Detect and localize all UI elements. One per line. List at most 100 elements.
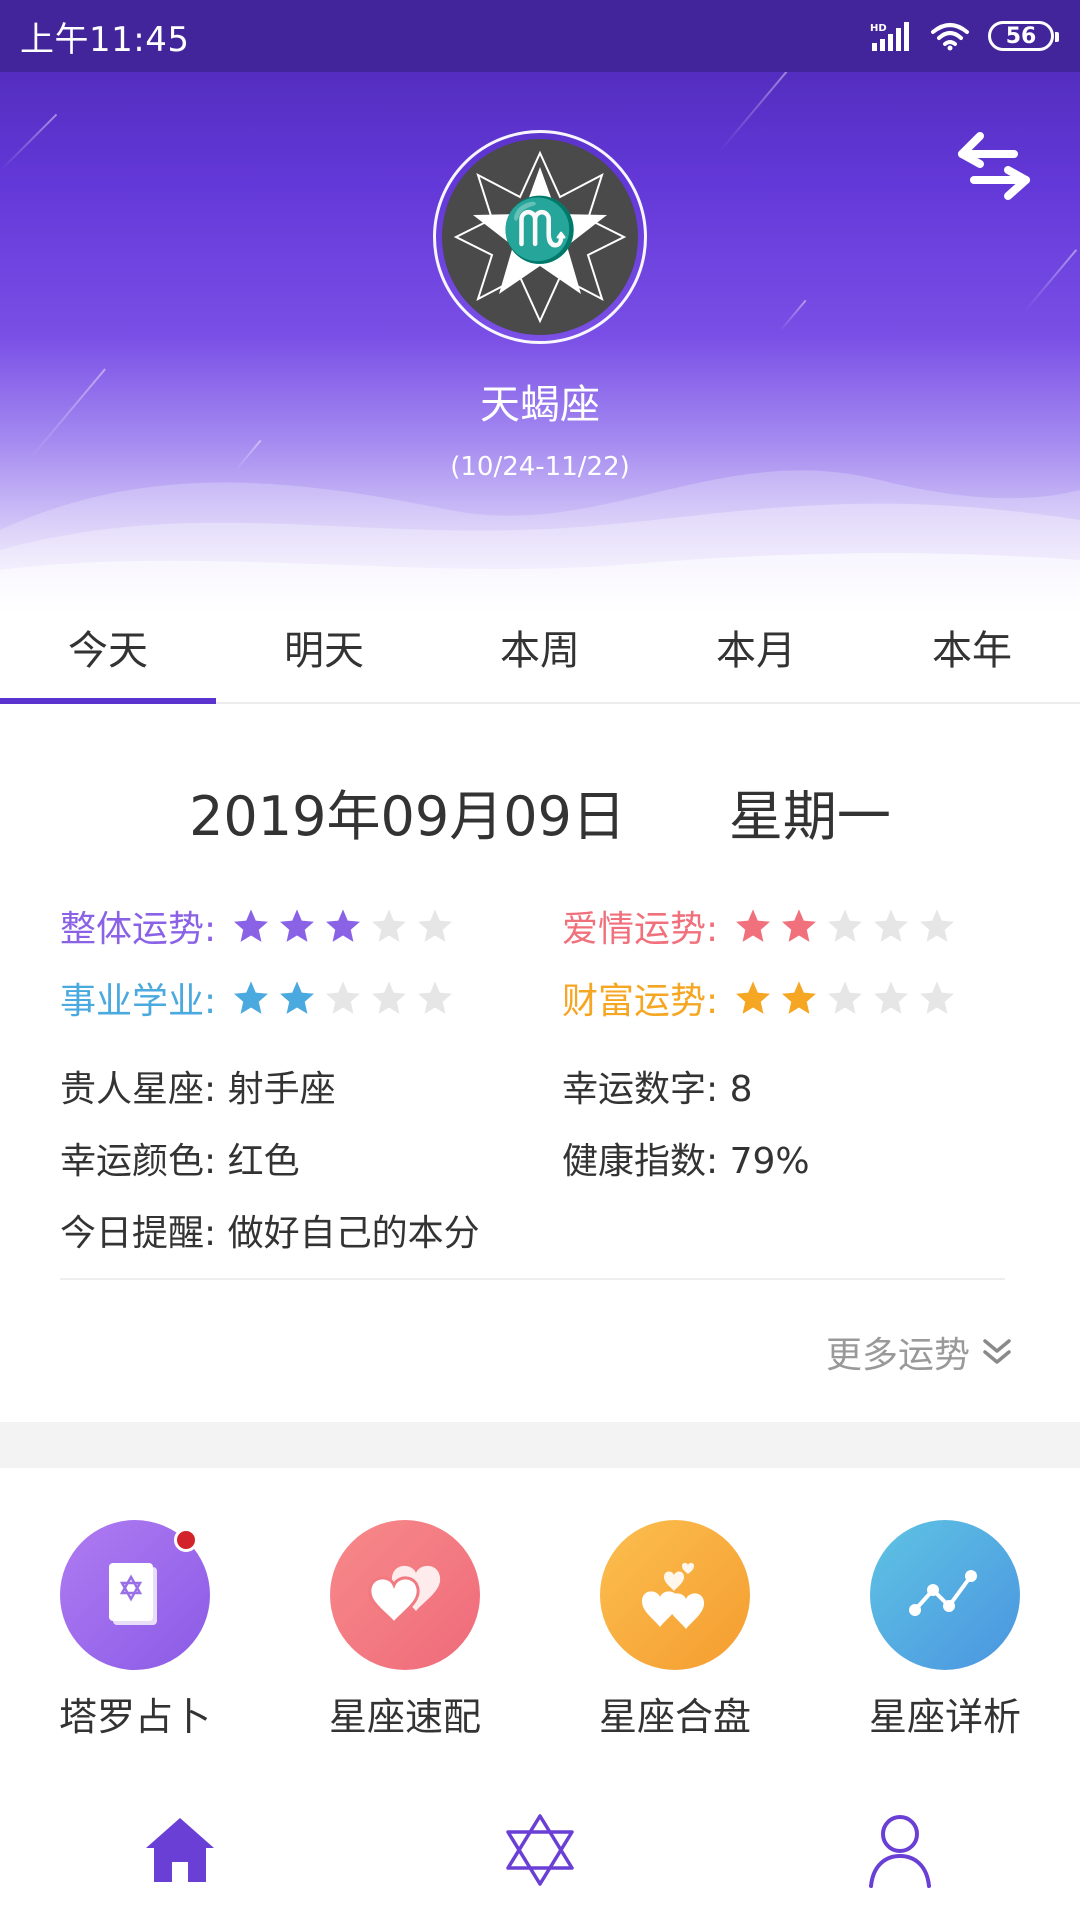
- star-empty-icon: [418, 981, 453, 1014]
- info-value: 做好自己的本分: [227, 1213, 480, 1254]
- double-heart-icon: [368, 1565, 441, 1626]
- scorpio-icon: ♏: [453, 150, 627, 324]
- feature-grid: 塔罗占卜 星座速配 星座合盘 星座详析: [0, 1520, 1080, 1741]
- star-rating: [734, 979, 956, 1017]
- info-label: 幸运数字:: [562, 1069, 719, 1110]
- star-empty-icon: [874, 981, 909, 1014]
- star-empty-icon: [372, 909, 407, 942]
- feature-quick-match-label: 星座速配: [328, 1695, 481, 1739]
- star-empty-icon: [828, 981, 863, 1014]
- svg-text:HD: HD: [870, 23, 887, 34]
- more-fortune-label: 更多运势: [825, 1335, 970, 1376]
- notification-dot: [174, 1528, 198, 1552]
- star-filled-icon: [234, 909, 269, 942]
- rating-career: 事业学业:: [60, 972, 454, 1024]
- feature-tarot-label: 塔罗占卜: [58, 1695, 211, 1739]
- svg-text:♏: ♏: [501, 193, 578, 266]
- meteor-streak: [1024, 249, 1078, 312]
- status-bar: 上午11:45 HD 56: [0, 0, 1080, 72]
- info-value: 射手座: [227, 1069, 336, 1110]
- zodiac-badge: ♏: [433, 130, 647, 344]
- status-time: 上午11:45: [20, 19, 190, 60]
- star-empty-icon: [920, 981, 955, 1014]
- user-icon: [868, 1815, 931, 1888]
- feature-tarot-circle: [60, 1520, 210, 1670]
- feature-tarot[interactable]: 塔罗占卜: [0, 1520, 270, 1741]
- tab-this-month[interactable]: 本月: [648, 612, 864, 702]
- star-empty-icon: [920, 909, 955, 942]
- star-empty-icon: [326, 981, 361, 1014]
- daily-reminder-row: 今日提醒: 做好自己的本分: [60, 1204, 480, 1256]
- rating-label: 爱情运势:: [562, 909, 719, 950]
- rating-love: 爱情运势:: [562, 900, 956, 952]
- section-separator: [0, 1422, 1080, 1468]
- star-filled-icon: [736, 981, 771, 1014]
- star-empty-icon: [418, 909, 453, 942]
- more-fortune-button[interactable]: 更多运势: [826, 1326, 1012, 1378]
- tab-this-year[interactable]: 本年: [864, 612, 1080, 702]
- feature-analysis-label: 星座详析: [868, 1695, 1021, 1739]
- feature-synastry-circle: [600, 1520, 750, 1670]
- star-filled-icon: [326, 909, 361, 942]
- period-tabs: 今天 明天 本周 本月 本年: [0, 612, 1080, 704]
- fortune-date: 2019年09月09日: [189, 785, 626, 848]
- sign-name: 天蝎座: [480, 382, 600, 428]
- swap-arrows-icon: [958, 132, 1030, 200]
- feature-quick-match[interactable]: 星座速配: [270, 1520, 540, 1741]
- star-empty-icon: [874, 909, 909, 942]
- info-value: 红色: [227, 1141, 300, 1182]
- switch-sign-button[interactable]: [956, 130, 1032, 202]
- bottom-navigation: [0, 1780, 1080, 1920]
- tab-today[interactable]: 今天: [0, 612, 216, 704]
- tab-tomorrow[interactable]: 明天: [216, 612, 432, 702]
- lucky-color-row: 幸运颜色: 红色: [60, 1132, 300, 1184]
- tarot-card-icon: [109, 1563, 157, 1625]
- star-filled-icon: [280, 981, 315, 1014]
- hd-signal-icon: HD: [870, 22, 909, 51]
- rating-label: 事业学业:: [60, 981, 217, 1022]
- nav-home[interactable]: [0, 1780, 360, 1920]
- fortune-weekday: 星期一: [728, 785, 891, 848]
- lucky-number-row: 幸运数字: 8: [562, 1060, 753, 1112]
- double-chevron-down-icon: [983, 1339, 1011, 1364]
- star-filled-icon: [280, 909, 315, 942]
- star-rating: [232, 907, 454, 945]
- meteor-streak: [779, 299, 807, 332]
- nav-horoscope[interactable]: [360, 1780, 720, 1920]
- star-empty-icon: [372, 981, 407, 1014]
- tab-this-week[interactable]: 本周: [432, 612, 648, 702]
- hexagram-icon: [506, 1814, 574, 1886]
- star-filled-icon: [782, 909, 817, 942]
- wifi-icon: [931, 23, 969, 51]
- home-icon: [145, 1818, 214, 1882]
- divider: [60, 1278, 1005, 1280]
- info-label: 幸运颜色:: [60, 1141, 217, 1182]
- info-label: 健康指数:: [562, 1141, 719, 1182]
- sign-date-range: (10/24-11/22): [450, 452, 630, 482]
- feature-quick-match-circle: [330, 1520, 480, 1670]
- battery-icon: 56: [988, 21, 1059, 51]
- rating-label: 整体运势:: [60, 909, 217, 950]
- star-rating: [232, 979, 454, 1017]
- meteor-streak: [719, 66, 792, 152]
- feature-synastry[interactable]: 星座合盘: [540, 1520, 810, 1741]
- feature-analysis-circle: [870, 1520, 1020, 1670]
- star-rating: [734, 907, 956, 945]
- lucky-sign-row: 贵人星座: 射手座: [60, 1060, 336, 1112]
- info-label: 今日提醒:: [60, 1213, 217, 1254]
- info-value: 8: [729, 1069, 753, 1110]
- header-banner: ♏ 天蝎座 (10/24-11/22): [0, 0, 1080, 612]
- feature-analysis[interactable]: 星座详析: [810, 1520, 1080, 1741]
- star-filled-icon: [234, 981, 269, 1014]
- feature-synastry-label: 星座合盘: [598, 1695, 751, 1739]
- star-empty-icon: [828, 909, 863, 942]
- nav-profile[interactable]: [720, 1780, 1080, 1920]
- info-value: 79%: [729, 1141, 810, 1182]
- info-label: 贵人星座:: [60, 1069, 217, 1110]
- meteor-streak: [0, 113, 58, 172]
- rating-overall: 整体运势:: [60, 900, 454, 952]
- trend-line-icon: [909, 1570, 977, 1616]
- battery-level: 56: [1005, 23, 1037, 49]
- health-index-row: 健康指数: 79%: [562, 1132, 810, 1184]
- star-filled-icon: [736, 909, 771, 942]
